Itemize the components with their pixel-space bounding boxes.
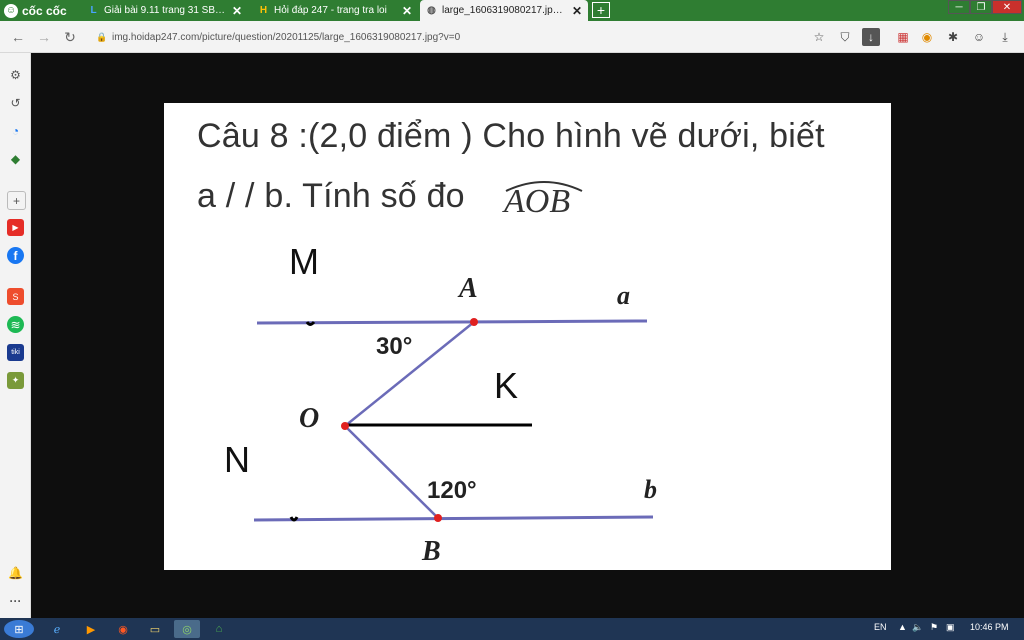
app-taskbar-icon[interactable]: ⌂ — [206, 620, 232, 638]
tab-hoi-dap[interactable]: H Hỏi đáp 247 - trang tra loi ✕ — [252, 0, 418, 21]
geometry-figure — [253, 318, 654, 522]
tab-title: Hỏi đáp 247 - trang tra loi — [274, 5, 387, 16]
download-arrow-icon[interactable]: ⤓ — [996, 28, 1014, 46]
start-button[interactable]: ⊞ — [4, 620, 34, 638]
facebook-icon[interactable]: f — [7, 247, 24, 264]
windows-taskbar: ⊞ ℯ ▶ ◉ ▭ ◎ ⌂ EN ▲ 🔈 ⚑ ▣ 10:46 PM — [0, 618, 1024, 640]
shield-icon[interactable]: ⛉ — [836, 28, 854, 46]
label-line-b: b — [644, 475, 657, 504]
tab-image[interactable]: ◍ large_1606319080217.jpg (10 ✕ — [420, 0, 588, 21]
coccoc-taskbar-icon[interactable]: ◎ — [174, 620, 200, 638]
label-line-a: a — [617, 281, 630, 310]
handwritten-m: M — [289, 241, 319, 282]
network-icon[interactable]: ▣ — [946, 622, 955, 633]
lock-icon: 🔒 — [96, 31, 108, 42]
tiki-icon[interactable]: tiki — [7, 344, 24, 361]
extension-calendar-icon[interactable]: ▦ — [894, 28, 912, 46]
extension-circle-icon[interactable]: ◉ — [918, 28, 936, 46]
close-icon[interactable]: ✕ — [402, 4, 412, 18]
coccoc-menu-button[interactable]: ☺ cốc cốc — [0, 0, 78, 21]
point-a — [470, 318, 478, 326]
game-icon[interactable]: ✦ — [7, 372, 24, 389]
label-o-point: O — [299, 403, 320, 434]
point-b — [434, 514, 442, 522]
maximize-button[interactable]: ❐ — [970, 0, 992, 14]
point-o — [341, 422, 349, 430]
back-button[interactable]: ← — [8, 27, 28, 47]
spotify-icon[interactable]: ≋ — [7, 316, 24, 333]
settings-gear-icon[interactable]: ⚙ — [7, 66, 24, 83]
question-image: Câu 8 :(2,0 điểm ) Cho hình vẽ dưới, biế… — [164, 103, 891, 570]
profile-icon[interactable]: ☺ — [970, 28, 988, 46]
mark-n — [289, 516, 299, 522]
line-a — [256, 319, 648, 325]
coccoc-logo-icon: ☺ — [4, 3, 18, 18]
shopee-icon[interactable]: S — [7, 288, 24, 305]
notification-bell-icon[interactable]: 🔔 — [7, 564, 24, 581]
angle-120-label: 120° — [427, 477, 477, 504]
browser-toolbar: ← → ↻ 🔒 img.hoidap247.com/picture/questi… — [0, 21, 1024, 53]
tab-giai-bai[interactable]: L Giải bài 9.11 trang 31 SBT vậ ✕ — [82, 0, 248, 21]
clock[interactable]: 10:46 PM — [970, 622, 1009, 632]
bookmark-star-icon[interactable]: ☆ — [810, 28, 828, 46]
extensions-puzzle-icon[interactable]: ✱ — [944, 28, 962, 46]
new-tab-button[interactable]: + — [592, 2, 610, 18]
segment-ob — [344, 425, 439, 519]
game-controller-icon[interactable]: ◆ — [7, 150, 24, 167]
handwritten-n: N — [224, 439, 250, 480]
sidebar: ⚙ ↺ ◔ ◆ + ▶ f S ≋ tiki ✦ 🔔 ··· — [0, 53, 31, 618]
more-icon[interactable]: ··· — [7, 592, 24, 609]
download-icon[interactable]: ↓ — [862, 28, 880, 46]
add-icon[interactable]: + — [7, 191, 26, 210]
label-b-point: B — [422, 536, 441, 567]
close-window-button[interactable]: ✕ — [992, 0, 1022, 14]
messenger-icon[interactable]: ◔ — [7, 122, 24, 139]
url-text: img.hoidap247.com/picture/question/20201… — [112, 31, 461, 43]
brand-label: cốc cốc — [22, 3, 67, 18]
close-icon[interactable]: ✕ — [572, 4, 582, 18]
flag-icon[interactable]: ⚑ — [930, 622, 938, 633]
tray-arrow-icon[interactable]: ▲ — [898, 622, 907, 632]
close-icon[interactable]: ✕ — [232, 4, 242, 18]
volume-icon[interactable]: 🔈 — [912, 622, 923, 633]
file-explorer-icon[interactable]: ▭ — [142, 620, 168, 638]
handwritten-k: K — [494, 365, 519, 406]
tab-bar: ☺ cốc cốc L Giải bài 9.11 trang 31 SBT v… — [0, 0, 1024, 21]
reload-button[interactable]: ↻ — [60, 27, 80, 47]
tab-title: large_1606319080217.jpg (10 — [442, 5, 566, 16]
youtube-icon[interactable]: ▶ — [7, 219, 24, 236]
chrome-icon[interactable]: ◉ — [110, 620, 136, 638]
language-indicator[interactable]: EN — [874, 622, 887, 632]
line-b — [253, 515, 654, 522]
globe-icon: ◍ — [427, 5, 436, 16]
ie-icon[interactable]: ℯ — [44, 620, 70, 638]
angle-30-label: 30° — [376, 333, 413, 360]
media-player-icon[interactable]: ▶ — [78, 620, 104, 638]
address-bar[interactable]: 🔒 img.hoidap247.com/picture/question/202… — [88, 25, 883, 49]
forward-button[interactable]: → — [34, 27, 54, 47]
minimize-button[interactable]: ─ — [948, 0, 970, 14]
tab-title: Giải bài 9.11 trang 31 SBT vậ — [104, 5, 226, 16]
label-a-point: A — [459, 273, 478, 304]
tab-favicon-icon: L — [90, 5, 97, 16]
history-icon[interactable]: ↺ — [7, 94, 24, 111]
tab-favicon-icon: H — [259, 5, 268, 16]
